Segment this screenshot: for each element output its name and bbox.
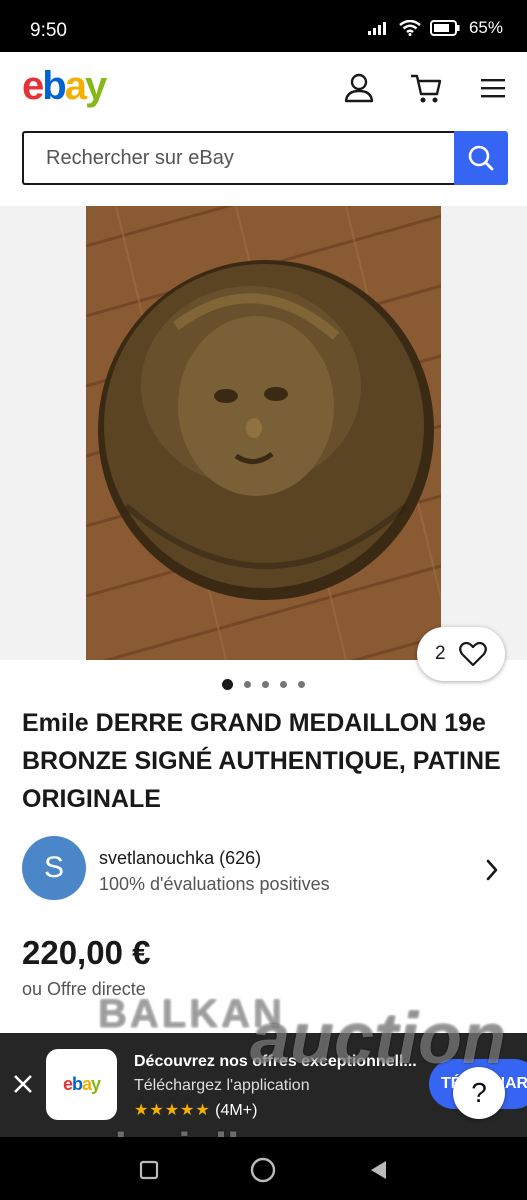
search-button[interactable]: [454, 131, 508, 185]
system-nav-bar: [0, 1137, 527, 1200]
app-logo-letter-a: a: [81, 1074, 92, 1094]
wifi-icon: [399, 20, 421, 36]
search-bar: Rechercher sur eBay: [22, 131, 508, 185]
chevron-right-icon: [486, 859, 498, 881]
back-icon[interactable]: [367, 1158, 389, 1182]
home-icon[interactable]: [249, 1156, 277, 1184]
app-logo-letter-e: e: [62, 1074, 73, 1094]
status-bar: 9:50 65%: [0, 0, 527, 52]
banner-rating: ★★★★★ (4M+): [134, 1100, 257, 1120]
banner-headline: Découvrez nos offres exceptionnell...: [134, 1053, 417, 1070]
heart-icon: [459, 641, 487, 667]
app-logo-letter-y: y: [91, 1074, 101, 1094]
search-input[interactable]: Rechercher sur eBay: [22, 131, 454, 185]
image-gallery[interactable]: [0, 206, 527, 660]
pagination-dot[interactable]: [244, 681, 251, 688]
pagination-dot[interactable]: [298, 681, 305, 688]
signal-icon: [367, 22, 386, 35]
listing-title: Emile DERRE GRAND MEDAILLON 19e BRONZE S…: [22, 709, 501, 813]
gallery-pagination: [222, 679, 305, 690]
rating-count: (4M+): [215, 1102, 258, 1119]
battery-level: 65%: [468, 18, 503, 37]
watch-button[interactable]: 2: [417, 627, 505, 681]
price: 220,00 €: [22, 934, 151, 971]
seller-avatar: S: [22, 836, 86, 900]
help-button[interactable]: ?: [453, 1067, 505, 1119]
banner-subtitle: Téléchargez l'application: [134, 1077, 310, 1094]
best-offer-label: ou Offre directe: [22, 979, 146, 999]
app-logo-letter-b: b: [71, 1074, 83, 1094]
user-icon[interactable]: [341, 70, 377, 106]
ebay-logo[interactable]: ebay: [22, 64, 107, 109]
logo-letter-a: a: [64, 64, 87, 108]
ebay-app-icon: ebay: [46, 1049, 117, 1120]
pagination-dot[interactable]: [262, 681, 269, 688]
logo-letter-e: e: [22, 64, 44, 108]
watch-count: 2: [435, 643, 446, 664]
logo-letter-y: y: [84, 64, 107, 108]
star-rating-icons: ★★★★★: [134, 1102, 211, 1119]
status-icons: 65%: [367, 18, 503, 38]
status-time: 9:50: [30, 20, 67, 41]
search-icon: [468, 145, 494, 171]
recent-apps-icon[interactable]: [138, 1159, 160, 1181]
seller-card[interactable]: S svetlanouchka (626) 100% d'évaluations…: [22, 836, 512, 904]
seller-feedback: 100% d'évaluations positives: [99, 874, 330, 894]
cart-icon[interactable]: [408, 70, 444, 106]
menu-icon[interactable]: [475, 70, 511, 106]
seller-name: svetlanouchka (626): [99, 848, 262, 868]
pagination-dot[interactable]: [222, 679, 233, 690]
app-header: ebay: [0, 52, 527, 124]
search-placeholder: Rechercher sur eBay: [46, 147, 234, 169]
app-install-banner: ebay Découvrez nos offres exceptionnell.…: [0, 1033, 527, 1137]
product-photo[interactable]: [86, 206, 441, 660]
logo-letter-b: b: [42, 64, 66, 108]
battery-icon: [429, 20, 460, 36]
pagination-dot[interactable]: [280, 681, 287, 688]
close-icon[interactable]: [12, 1073, 34, 1095]
